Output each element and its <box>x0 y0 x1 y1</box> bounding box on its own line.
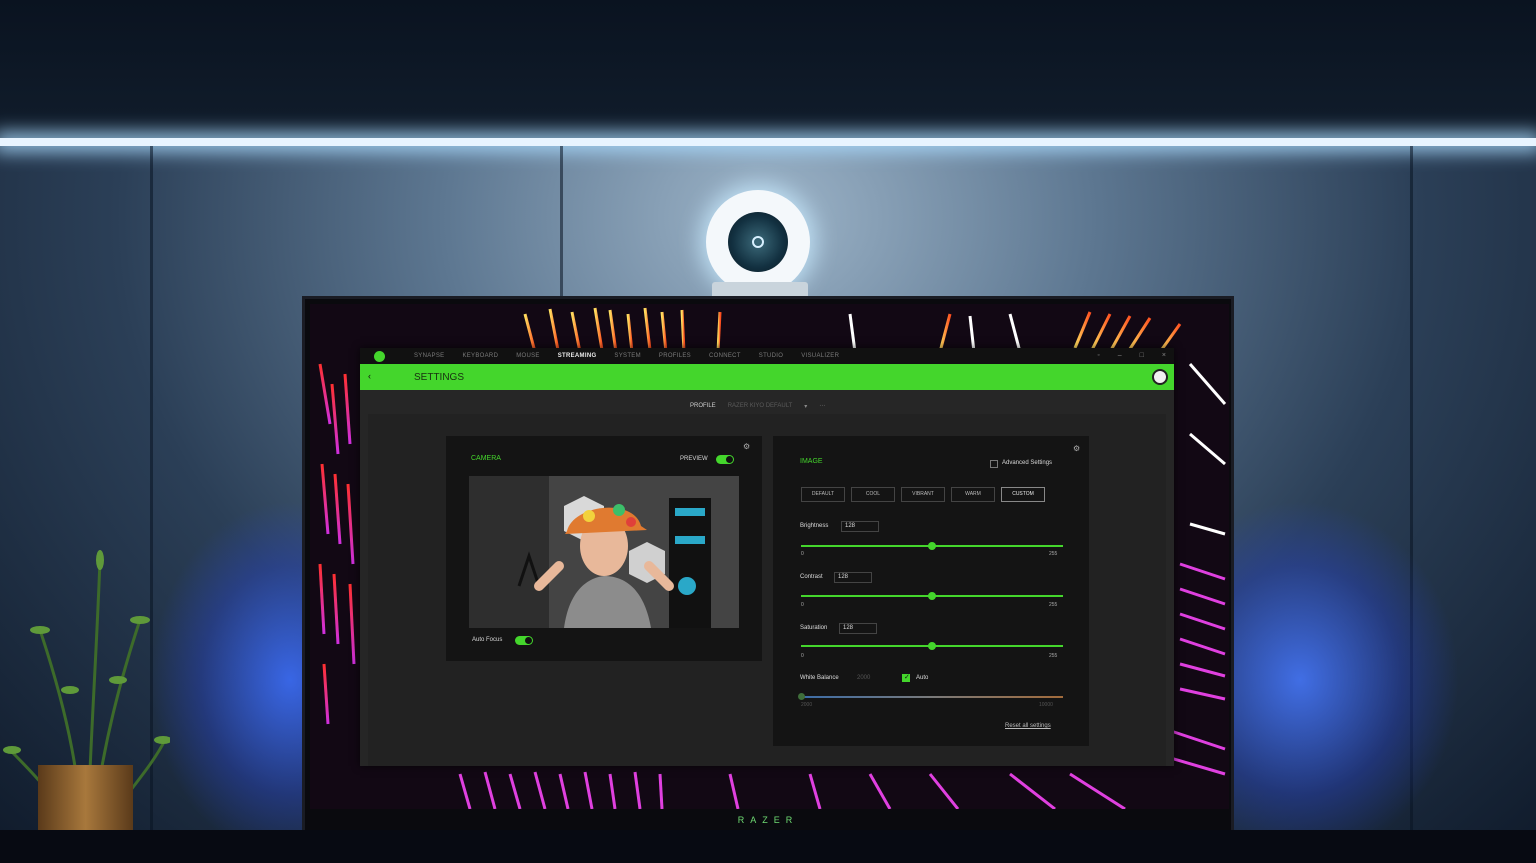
advanced-settings-label: Advanced Settings <box>1002 460 1053 466</box>
slider-max: 255 <box>1049 551 1058 557</box>
preset-buttons: DEFAULT COOL VIBRANT WARM CUSTOM <box>801 487 1045 502</box>
white-balance-label: White Balance <box>800 675 839 681</box>
preview-image <box>469 476 739 628</box>
tab-connect[interactable]: CONNECT <box>709 348 741 364</box>
slider-max: 255 <box>1049 653 1058 659</box>
tab-profiles[interactable]: PROFILES <box>659 348 691 364</box>
toggle-knob <box>726 456 733 463</box>
profile-selector[interactable]: PROFILE RAZER KIYO DEFAULT ▾ ··· <box>690 403 825 410</box>
gear-icon[interactable]: ⚙ <box>743 442 750 451</box>
slider-max: 255 <box>1049 602 1058 608</box>
slider-thumb[interactable] <box>798 693 805 700</box>
webcam-lens-housing <box>728 212 788 272</box>
camera-panel: CAMERA ⚙ PREVIEW Auto Focus <box>446 436 762 661</box>
auto-focus-label: Auto Focus <box>472 637 503 643</box>
checkmark-icon: ✓ <box>904 674 910 681</box>
gear-icon[interactable]: ⚙ <box>1073 444 1080 453</box>
contrast-slider[interactable] <box>801 592 1063 600</box>
tab-system[interactable]: SYSTEM <box>614 348 640 364</box>
preset-vibrant-button[interactable]: VIBRANT <box>901 487 945 502</box>
tab-streaming[interactable]: STREAMING <box>558 348 597 364</box>
chevron-left-icon[interactable]: ‹ <box>368 371 371 381</box>
tab-mouse[interactable]: MOUSE <box>516 348 540 364</box>
brightness-value-input[interactable]: 128 <box>841 521 879 532</box>
title-bar: SYNAPSE KEYBOARD MOUSE STREAMING SYSTEM … <box>360 348 1174 364</box>
preview-label: PREVIEW <box>680 456 708 462</box>
auto-focus-toggle[interactable] <box>515 636 533 645</box>
preset-custom-button[interactable]: CUSTOM <box>1001 487 1045 502</box>
brightness-label: Brightness <box>800 523 829 529</box>
slider-min: 0 <box>801 653 804 659</box>
contrast-label: Contrast <box>800 574 823 580</box>
more-options-icon[interactable]: ··· <box>819 403 825 410</box>
slider-thumb[interactable] <box>928 592 936 600</box>
camera-panel-title: CAMERA <box>471 455 501 462</box>
maximize-button[interactable]: □ <box>1140 348 1144 364</box>
profile-value[interactable]: RAZER KIYO DEFAULT <box>728 403 793 410</box>
brightness-slider[interactable] <box>801 542 1063 550</box>
chevron-down-icon[interactable]: ▾ <box>804 403 807 410</box>
image-panel-title: IMAGE <box>800 458 823 465</box>
tab-studio[interactable]: STUDIO <box>759 348 783 364</box>
razer-synapse-window: SYNAPSE KEYBOARD MOUSE STREAMING SYSTEM … <box>360 348 1174 766</box>
white-balance-value: 2000 <box>857 675 871 681</box>
ring-light-webcam <box>706 190 810 294</box>
saturation-label: Saturation <box>800 625 828 631</box>
saturation-slider[interactable] <box>801 642 1063 650</box>
preset-warm-button[interactable]: WARM <box>951 487 995 502</box>
white-balance-slider[interactable] <box>798 693 1063 700</box>
user-avatar-icon[interactable] <box>1152 369 1168 385</box>
contrast-value-input[interactable]: 128 <box>834 572 872 583</box>
white-balance-auto-label: Auto <box>916 675 929 681</box>
slider-min: 0 <box>801 602 804 608</box>
toggle-knob <box>525 637 532 644</box>
preset-default-button[interactable]: DEFAULT <box>801 487 845 502</box>
image-panel: IMAGE ⚙ Advanced Settings DEFAULT COOL V… <box>773 436 1089 746</box>
preset-cool-button[interactable]: COOL <box>851 487 895 502</box>
slider-min: 2000 <box>801 702 813 708</box>
page-title: SETTINGS <box>414 372 465 383</box>
settings-header-bar: ‹ SETTINGS <box>360 364 1174 390</box>
slider-thumb[interactable] <box>928 542 936 550</box>
reset-settings-link[interactable]: Reset all settings <box>1005 723 1051 729</box>
dark-wall <box>0 0 1536 142</box>
advanced-settings-checkbox[interactable] <box>990 460 998 468</box>
monitor-brand-logo: RAZER <box>737 815 799 825</box>
razer-logo-icon <box>374 351 385 362</box>
preview-toggle[interactable] <box>716 455 734 464</box>
tab-keyboard[interactable]: KEYBOARD <box>462 348 498 364</box>
slider-min: 0 <box>801 551 804 557</box>
slider-max: 10000 <box>1039 702 1053 708</box>
camera-preview-feed <box>469 476 739 628</box>
desk-surface <box>0 830 1536 863</box>
tab-visualizer[interactable]: VISUALIZER <box>801 348 839 364</box>
led-light-strip <box>0 138 1536 146</box>
saturation-value-input[interactable]: 128 <box>839 623 877 634</box>
white-balance-auto-checkbox[interactable]: ✓ <box>902 674 910 682</box>
nav-tabs: SYNAPSE KEYBOARD MOUSE STREAMING SYSTEM … <box>414 348 839 364</box>
slider-thumb[interactable] <box>928 642 936 650</box>
profile-label: PROFILE <box>690 403 716 409</box>
minimize-button[interactable]: – <box>1118 348 1122 364</box>
tab-synapse[interactable]: SYNAPSE <box>414 348 444 364</box>
close-button[interactable]: × <box>1162 348 1166 364</box>
window-controls: ◦ – □ × <box>1097 348 1166 364</box>
settings-dot-button[interactable]: ◦ <box>1097 348 1099 364</box>
webcam-lens <box>752 236 764 248</box>
